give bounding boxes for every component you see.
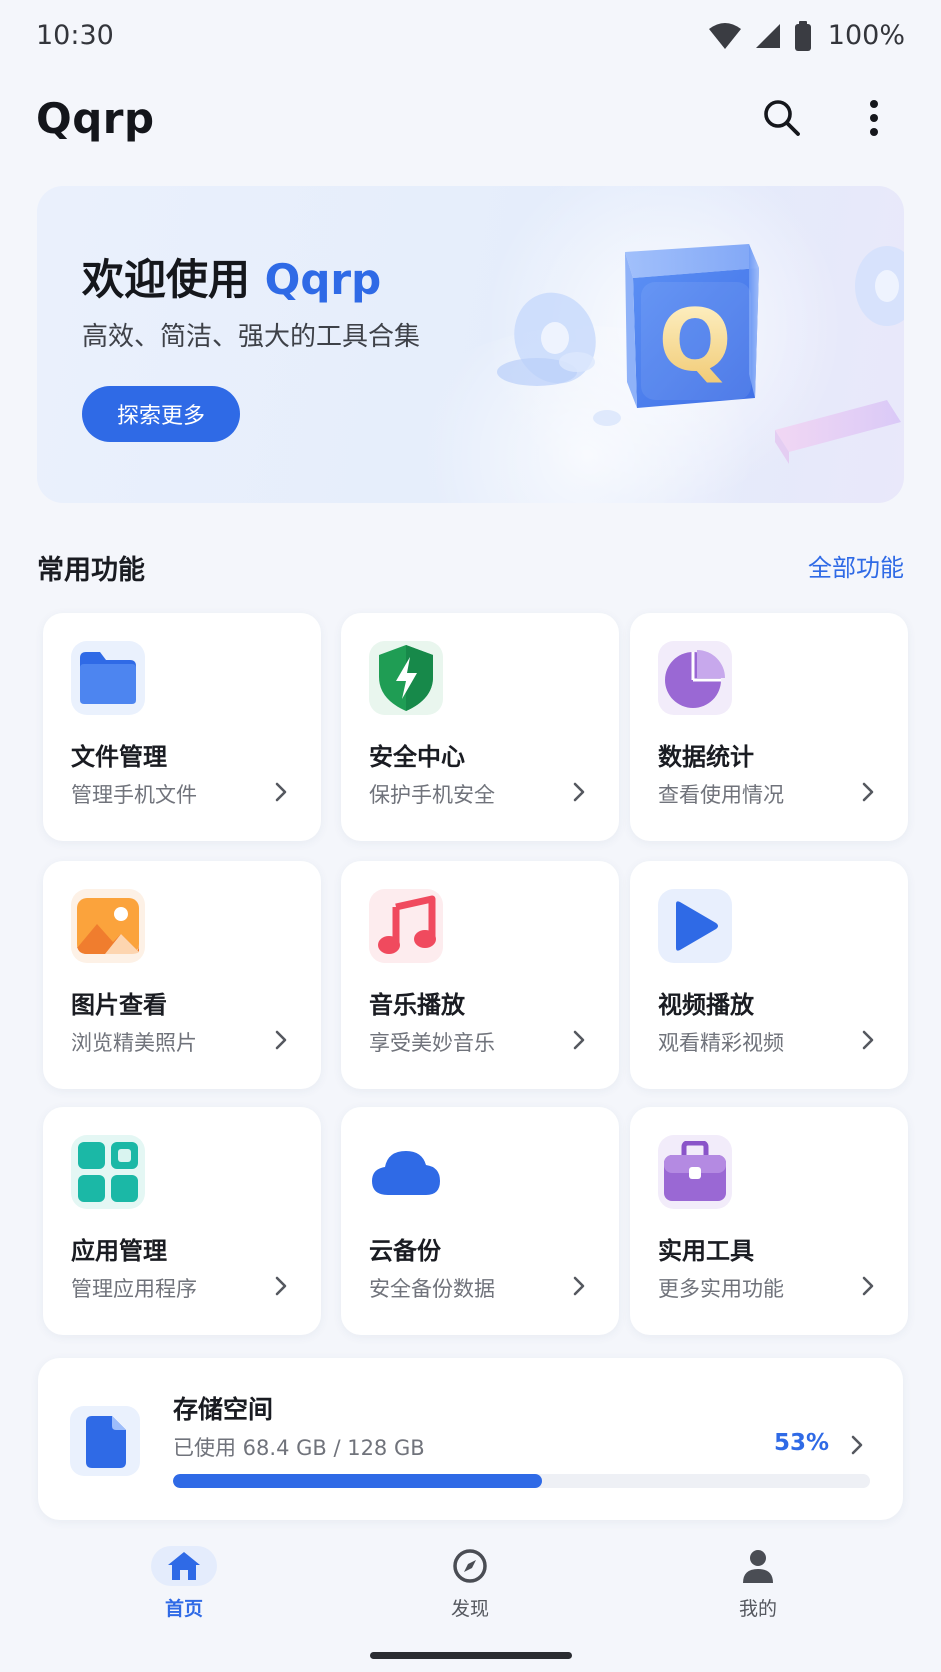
nav-discover[interactable]: 发现 <box>400 1546 540 1626</box>
nav-label: 发现 <box>450 1598 489 1620</box>
nav-home[interactable]: 首页 <box>114 1546 254 1626</box>
music-icon <box>369 889 443 963</box>
apps-grid-icon <box>71 1135 145 1209</box>
svg-text:Q: Q <box>658 291 731 391</box>
play-icon <box>658 889 732 963</box>
feature-desc: 查看使用情况 <box>658 783 784 807</box>
search-icon <box>764 100 800 136</box>
feature-title: 实用工具 <box>658 1237 754 1265</box>
feature-title: 文件管理 <box>71 743 167 771</box>
status-icons: 100% <box>708 20 905 51</box>
feature-title: 数据统计 <box>658 743 754 771</box>
feature-title: 安全中心 <box>369 743 465 771</box>
compass-icon <box>437 1546 503 1586</box>
folder-icon <box>71 641 145 715</box>
home-indicator[interactable] <box>370 1652 572 1659</box>
feature-desc: 管理手机文件 <box>71 783 197 807</box>
feature-desc: 享受美妙音乐 <box>369 1031 495 1055</box>
banner-subtitle: 高效、简洁、强大的工具合集 <box>82 322 421 352</box>
chevron-right-icon <box>573 782 585 802</box>
chevron-right-icon <box>275 1030 287 1050</box>
nav-label: 首页 <box>164 1598 203 1620</box>
feature-card-apps[interactable]: 应用管理 管理应用程序 <box>43 1107 321 1335</box>
feature-desc: 安全备份数据 <box>369 1277 495 1301</box>
storage-progress-bar <box>173 1474 870 1488</box>
battery-icon <box>794 20 812 51</box>
banner-title-prefix: 欢迎使用 <box>82 255 265 304</box>
cloud-icon <box>369 1135 443 1209</box>
toolbox-icon <box>658 1135 732 1209</box>
chevron-right-icon <box>573 1276 585 1296</box>
feature-title: 视频播放 <box>658 991 754 1019</box>
wifi-icon <box>708 22 742 50</box>
feature-desc: 更多实用功能 <box>658 1277 784 1301</box>
feature-card-files[interactable]: 文件管理 管理手机文件 <box>43 613 321 841</box>
person-icon <box>725 1546 791 1586</box>
battery-percent: 100% <box>827 20 905 51</box>
nav-label: 我的 <box>738 1598 777 1620</box>
storage-progress-fill <box>173 1474 543 1488</box>
nav-profile[interactable]: 我的 <box>688 1546 828 1626</box>
status-time: 10:30 <box>36 20 114 51</box>
feature-title: 图片查看 <box>71 991 167 1019</box>
feature-card-tools[interactable]: 实用工具 更多实用功能 <box>630 1107 908 1335</box>
app-bar: Qqrp <box>0 84 941 156</box>
feature-desc: 观看精彩视频 <box>658 1031 784 1055</box>
banner-cube-illustration: Q <box>497 244 904 464</box>
welcome-banner: Q 欢迎使用 Qqrp 高效、简洁、强大的工具合集 探索更多 <box>37 186 904 503</box>
feature-card-video[interactable]: 视频播放 观看精彩视频 <box>630 861 908 1089</box>
feature-title: 云备份 <box>369 1237 441 1265</box>
storage-percent: 53% <box>773 1430 829 1456</box>
more-vert-icon <box>870 100 878 136</box>
storage-used-text: 已使用 68.4 GB / 128 GB <box>173 1436 425 1460</box>
feature-desc: 浏览精美照片 <box>71 1031 197 1055</box>
feature-desc: 管理应用程序 <box>71 1277 197 1301</box>
image-icon <box>71 889 145 963</box>
chevron-right-icon <box>275 782 287 802</box>
search-button[interactable] <box>754 90 810 146</box>
feature-title: 音乐播放 <box>369 991 465 1019</box>
chevron-right-icon <box>862 1276 874 1296</box>
more-options-button[interactable] <box>846 90 902 146</box>
feature-desc: 保护手机安全 <box>369 783 495 807</box>
status-bar: 10:30 100% <box>0 0 941 76</box>
chevron-right-icon <box>573 1030 585 1050</box>
feature-card-images[interactable]: 图片查看 浏览精美照片 <box>43 861 321 1089</box>
all-features-link[interactable]: 全部功能 <box>808 548 904 583</box>
banner-title: 欢迎使用 Qqrp <box>82 246 381 307</box>
shield-icon <box>369 641 443 715</box>
chevron-right-icon <box>275 1276 287 1296</box>
storage-icon <box>70 1406 140 1476</box>
chevron-right-icon <box>862 782 874 802</box>
app-title: Qqrp <box>36 94 155 143</box>
feature-card-music[interactable]: 音乐播放 享受美妙音乐 <box>341 861 619 1089</box>
signal-icon <box>754 22 782 50</box>
chevron-right-icon <box>862 1030 874 1050</box>
feature-card-cloud-backup[interactable]: 云备份 安全备份数据 <box>341 1107 619 1335</box>
feature-title: 应用管理 <box>71 1237 167 1265</box>
feature-card-statistics[interactable]: 数据统计 查看使用情况 <box>630 613 908 841</box>
chevron-right-icon <box>851 1435 863 1455</box>
section-title: 常用功能 <box>37 555 145 586</box>
banner-title-brand: Qqrp <box>264 255 382 304</box>
home-icon <box>151 1546 217 1586</box>
pie-chart-icon <box>658 641 732 715</box>
storage-title: 存储空间 <box>173 1395 274 1424</box>
storage-card[interactable]: 存储空间 已使用 68.4 GB / 128 GB 53% <box>38 1358 903 1520</box>
feature-card-security[interactable]: 安全中心 保护手机安全 <box>341 613 619 841</box>
explore-more-button[interactable]: 探索更多 <box>82 386 240 442</box>
